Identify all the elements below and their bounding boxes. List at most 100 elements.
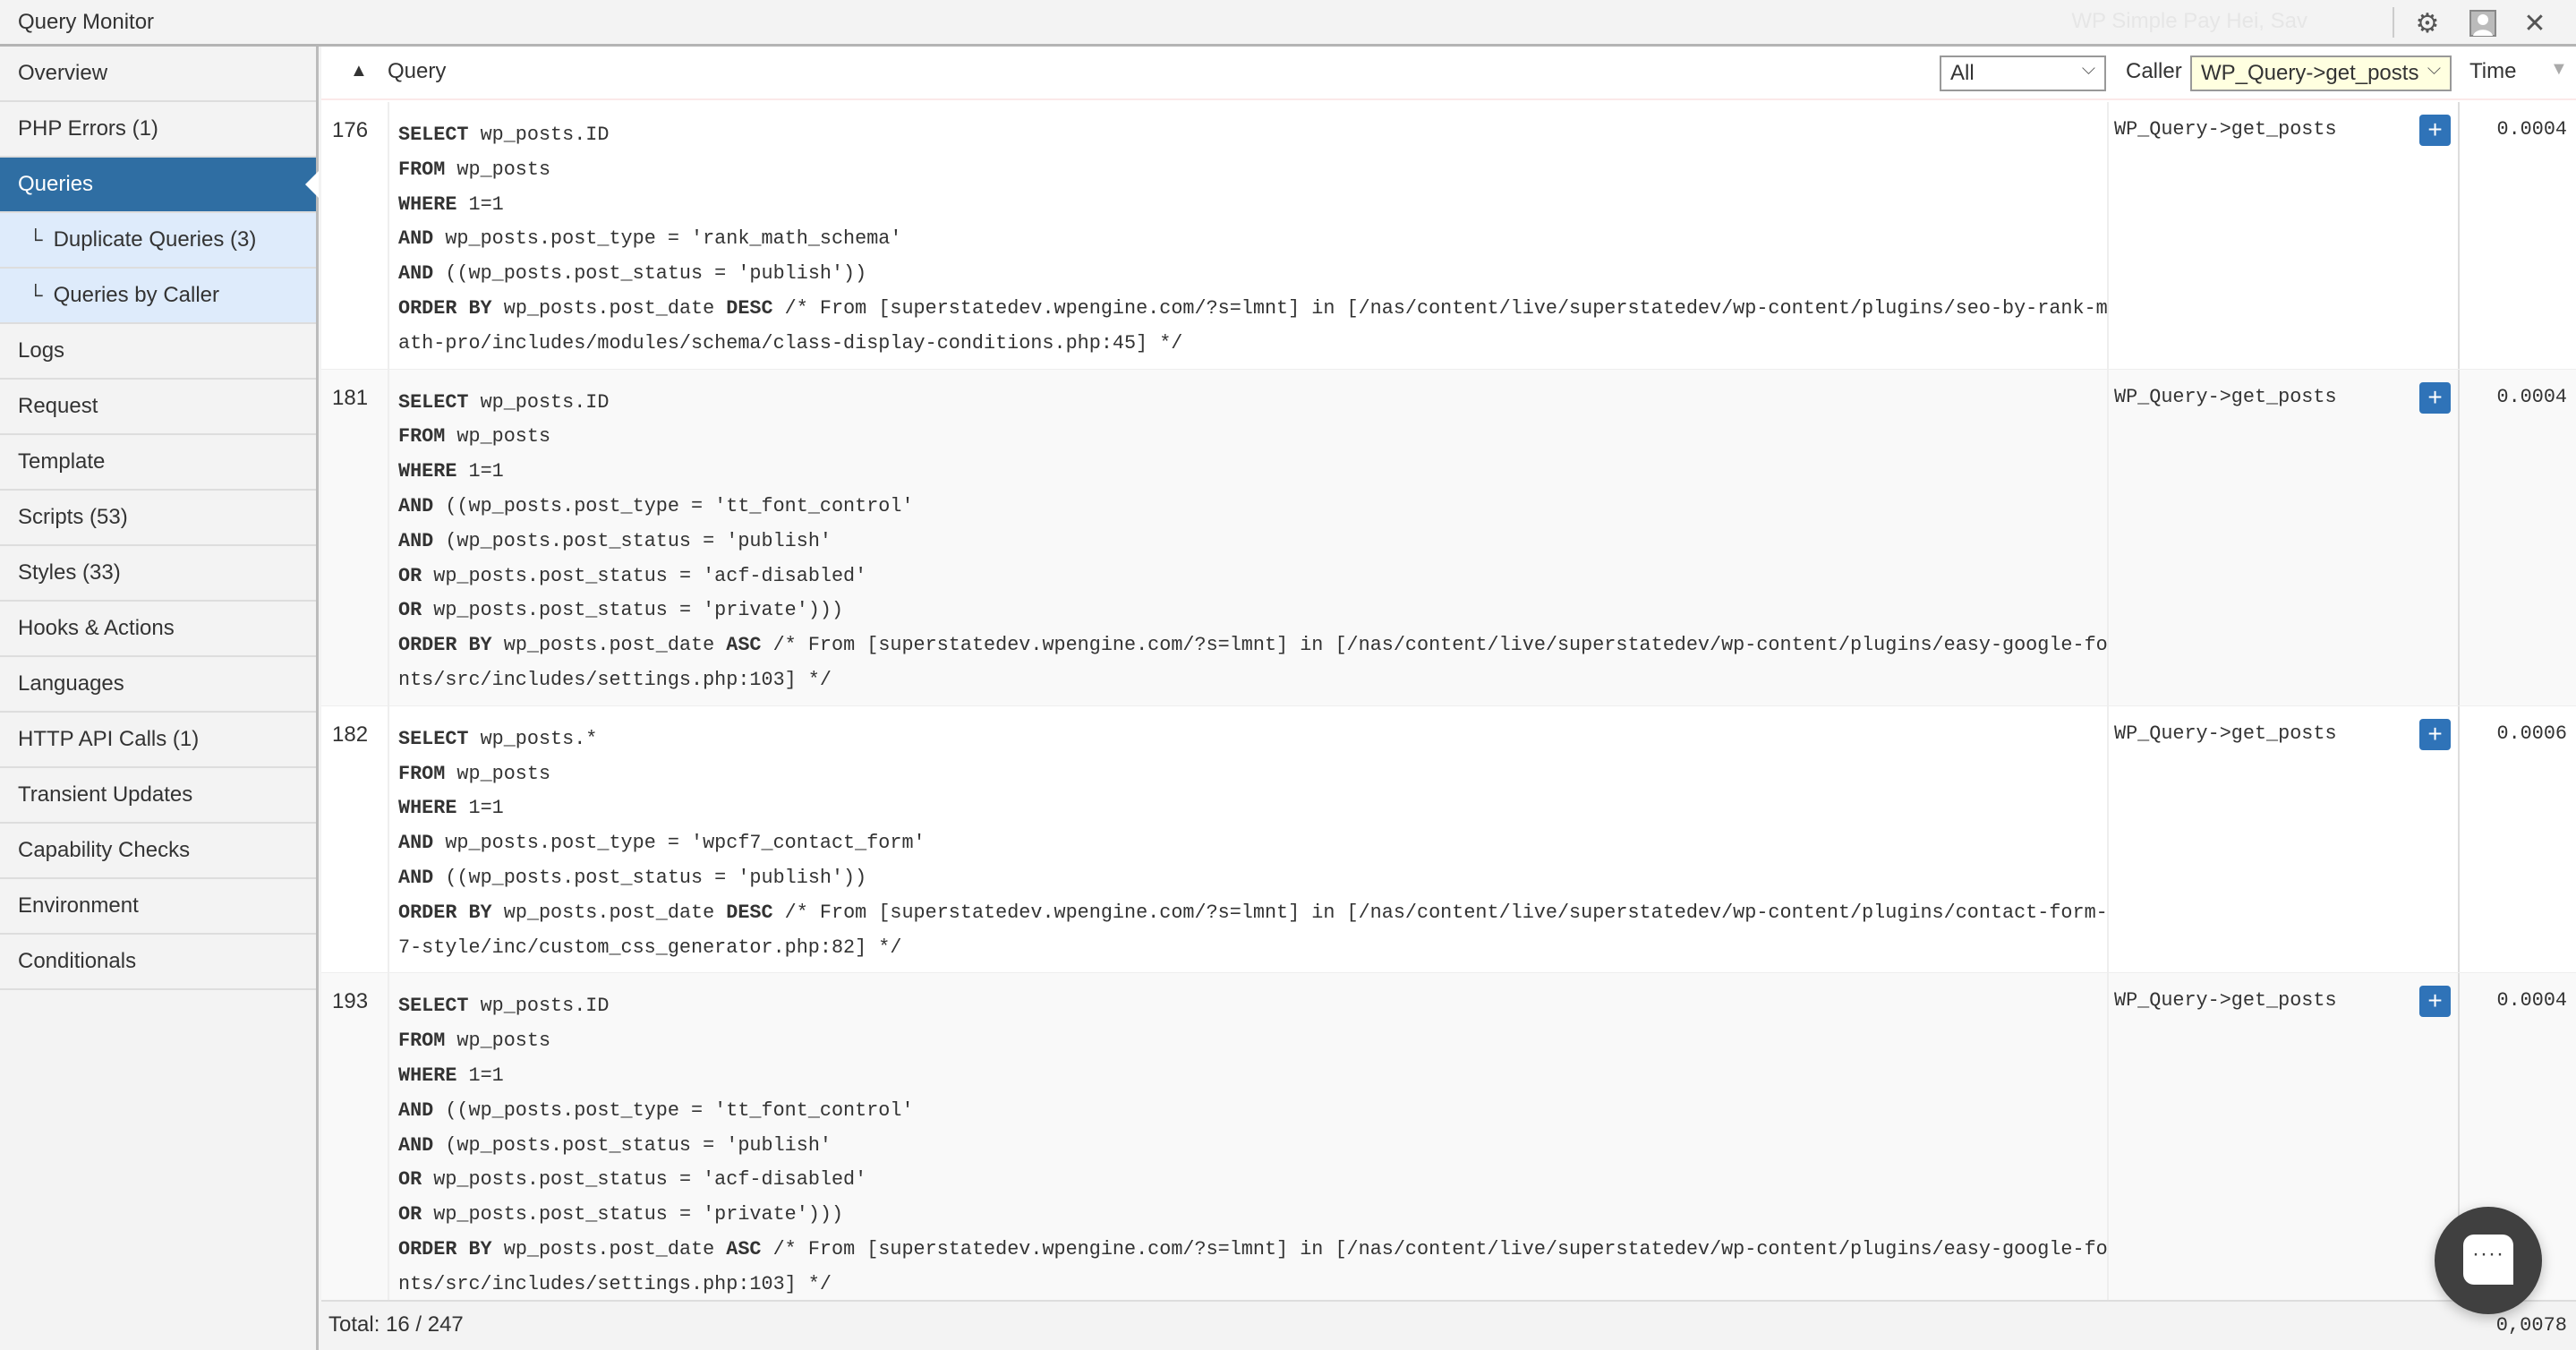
sidebar-item-capability-checks[interactable]: Capability Checks xyxy=(0,824,316,879)
sql-keyword: AND xyxy=(398,1133,434,1157)
sql-line: AND ((wp_posts.post_type = 'tt_font_cont… xyxy=(398,490,2114,525)
chat-bubble-icon: ···· xyxy=(2463,1235,2513,1285)
sql-line: ORDER BY wp_posts.post_date DESC /* From… xyxy=(398,292,2114,362)
sql-text: wp_posts.ID xyxy=(468,995,610,1018)
sql-text: wp_posts.* xyxy=(468,727,598,750)
sql-keyword: OR xyxy=(398,1168,422,1192)
time-column-header[interactable]: Time xyxy=(2469,59,2516,84)
sql-line: WHERE 1=1 xyxy=(398,455,2114,490)
sql-text: wp_posts.post_type = 'rank_math_schema' xyxy=(433,227,902,251)
sidebar-item-label: Conditionals xyxy=(18,949,137,973)
sql-keyword: ORDER BY xyxy=(398,1237,492,1260)
sql-query: SELECT wp_posts.ID FROM wp_posts WHERE 1=1… xyxy=(388,369,2114,705)
sql-keyword: WHERE xyxy=(398,192,457,216)
sql-keyword: AND xyxy=(398,832,434,855)
row-number: 182 xyxy=(332,722,369,747)
sidebar-item-http-api-calls[interactable]: HTTP API Calls (1) xyxy=(0,713,316,768)
sidebar-item-php-errors[interactable]: PHP Errors (1) xyxy=(0,102,316,158)
query-time: 0.0004 xyxy=(2496,989,2567,1012)
table-header: ▲ Query All ⌵ Caller WP_Query->get_posts ⌵… xyxy=(321,47,2576,100)
sql-text: 1=1 xyxy=(456,460,504,483)
chat-button[interactable]: ···· xyxy=(2435,1207,2542,1314)
sort-descending-icon[interactable]: ▼ xyxy=(2550,59,2568,80)
sql-text: ((wp_posts.post_status = 'publish')) xyxy=(433,262,867,286)
sql-line: FROM wp_posts xyxy=(398,757,2114,792)
sidebar-item-label: Transient Updates xyxy=(18,782,193,807)
settings-gear-icon[interactable]: ⚙ xyxy=(2411,7,2444,39)
column-divider xyxy=(2458,705,2460,973)
sidebar-item-conditionals[interactable]: Conditionals xyxy=(0,935,316,990)
sql-line: OR wp_posts.post_status = 'private'))) xyxy=(398,1198,2114,1233)
caller-name: WP_Query->get_posts xyxy=(2114,989,2337,1012)
expand-caller-button[interactable]: + xyxy=(2419,381,2451,414)
sidebar-item-label: Template xyxy=(18,449,106,474)
sidebar-item-template[interactable]: Template xyxy=(0,435,316,491)
sql-keyword: AND xyxy=(398,529,434,552)
tree-branch-icon: └ xyxy=(29,284,43,306)
table-body: 176 SELECT wp_posts.ID FROM wp_posts WHERE … xyxy=(321,102,2576,1311)
sql-line: AND (wp_posts.post_status = 'publish' xyxy=(398,525,2114,560)
sidebar-item-request[interactable]: Request xyxy=(0,380,316,435)
column-divider xyxy=(2107,973,2109,1310)
sql-text: wp_posts xyxy=(445,425,551,449)
sql-text: wp_posts.post_date xyxy=(491,1237,727,1260)
queries-table: ▲ Query All ⌵ Caller WP_Query->get_posts ⌵… xyxy=(321,47,2576,1311)
sql-text: wp_posts.ID xyxy=(468,124,610,146)
sql-keyword: AND xyxy=(398,1098,434,1122)
sql-line: SELECT wp_posts.ID xyxy=(398,989,2114,1024)
query-column-header[interactable]: Query xyxy=(388,59,446,84)
sql-query: SELECT wp_posts.* FROM wp_posts WHERE 1=1 A… xyxy=(388,705,2114,973)
sidebar-item-logs[interactable]: Logs xyxy=(0,324,316,380)
sql-query: SELECT wp_posts.ID FROM wp_posts WHERE 1=1… xyxy=(388,973,2114,1310)
panel-title: Query Monitor xyxy=(18,10,155,34)
sort-ascending-icon[interactable]: ▲ xyxy=(350,61,368,81)
table-row: 176 SELECT wp_posts.ID FROM wp_posts WHERE … xyxy=(321,102,2576,370)
query-type-filter[interactable]: All ⌵ xyxy=(1940,56,2106,91)
expand-caller-button[interactable]: + xyxy=(2419,115,2451,146)
sidebar-item-duplicate-queries[interactable]: └ Duplicate Queries (3) xyxy=(0,213,316,269)
sidebar-item-transient-updates[interactable]: Transient Updates xyxy=(0,768,316,824)
sql-text: wp_posts.post_status = 'private'))) xyxy=(422,599,844,622)
sql-line: OR wp_posts.post_status = 'acf-disabled' xyxy=(398,1163,2114,1198)
table-row: 193 SELECT wp_posts.ID FROM wp_posts WHERE … xyxy=(321,973,2576,1311)
sidebar-item-queries[interactable]: Queries xyxy=(0,158,319,213)
sql-keyword: OR xyxy=(398,599,422,622)
caller-filter[interactable]: WP_Query->get_posts ⌵ xyxy=(2190,56,2452,91)
expand-caller-button[interactable]: + xyxy=(2419,718,2451,750)
sql-line: OR wp_posts.post_status = 'acf-disabled' xyxy=(398,560,2114,594)
close-icon[interactable]: ✕ xyxy=(2519,7,2551,39)
sql-line: SELECT wp_posts.ID xyxy=(398,118,2114,153)
sql-text: wp_posts xyxy=(445,762,551,785)
sql-text: wp_posts.post_status = 'acf-disabled' xyxy=(422,1168,867,1192)
sql-keyword: OR xyxy=(398,564,422,587)
sql-keyword: DESC xyxy=(726,901,773,924)
query-time: 0.0006 xyxy=(2496,722,2567,745)
sql-line: OR wp_posts.post_status = 'private'))) xyxy=(398,594,2114,628)
sidebar-item-hooks-actions[interactable]: Hooks & Actions xyxy=(0,602,316,657)
sidebar-item-queries-by-caller[interactable]: └ Queries by Caller xyxy=(0,269,316,324)
sidebar-item-languages[interactable]: Languages xyxy=(0,657,316,713)
expand-caller-button[interactable]: + xyxy=(2419,986,2451,1018)
sql-line: AND ((wp_posts.post_status = 'publish')) xyxy=(398,257,2114,292)
sidebar-item-styles[interactable]: Styles (33) xyxy=(0,546,316,602)
sql-keyword: ORDER BY xyxy=(398,634,492,657)
sql-keyword: FROM xyxy=(398,425,446,449)
sql-text: wp_posts.post_date xyxy=(491,901,727,924)
row-number: 181 xyxy=(332,385,369,410)
sidebar-item-overview[interactable]: Overview xyxy=(0,47,316,102)
sidebar-item-environment[interactable]: Environment xyxy=(0,879,316,935)
sql-keyword: AND xyxy=(398,262,434,286)
toggle-panel-icon[interactable] xyxy=(2467,7,2499,39)
sql-keyword: AND xyxy=(398,227,434,251)
sql-query: SELECT wp_posts.ID FROM wp_posts WHERE 1=1… xyxy=(388,102,2114,369)
sidebar-item-label: Capability Checks xyxy=(18,838,191,862)
sidebar-item-scripts[interactable]: Scripts (53) xyxy=(0,491,316,546)
sql-text: (wp_posts.post_status = 'publish' xyxy=(433,1133,832,1157)
sql-keyword: WHERE xyxy=(398,460,457,483)
chevron-down-icon: ⌵ xyxy=(2427,59,2441,80)
sidebar-item-label: Environment xyxy=(18,893,139,918)
sql-keyword: FROM xyxy=(398,762,446,785)
sql-text: wp_posts xyxy=(445,1030,551,1053)
sql-keyword: FROM xyxy=(398,1030,446,1053)
sql-text: ((wp_posts.post_type = 'tt_font_control' xyxy=(433,494,914,517)
